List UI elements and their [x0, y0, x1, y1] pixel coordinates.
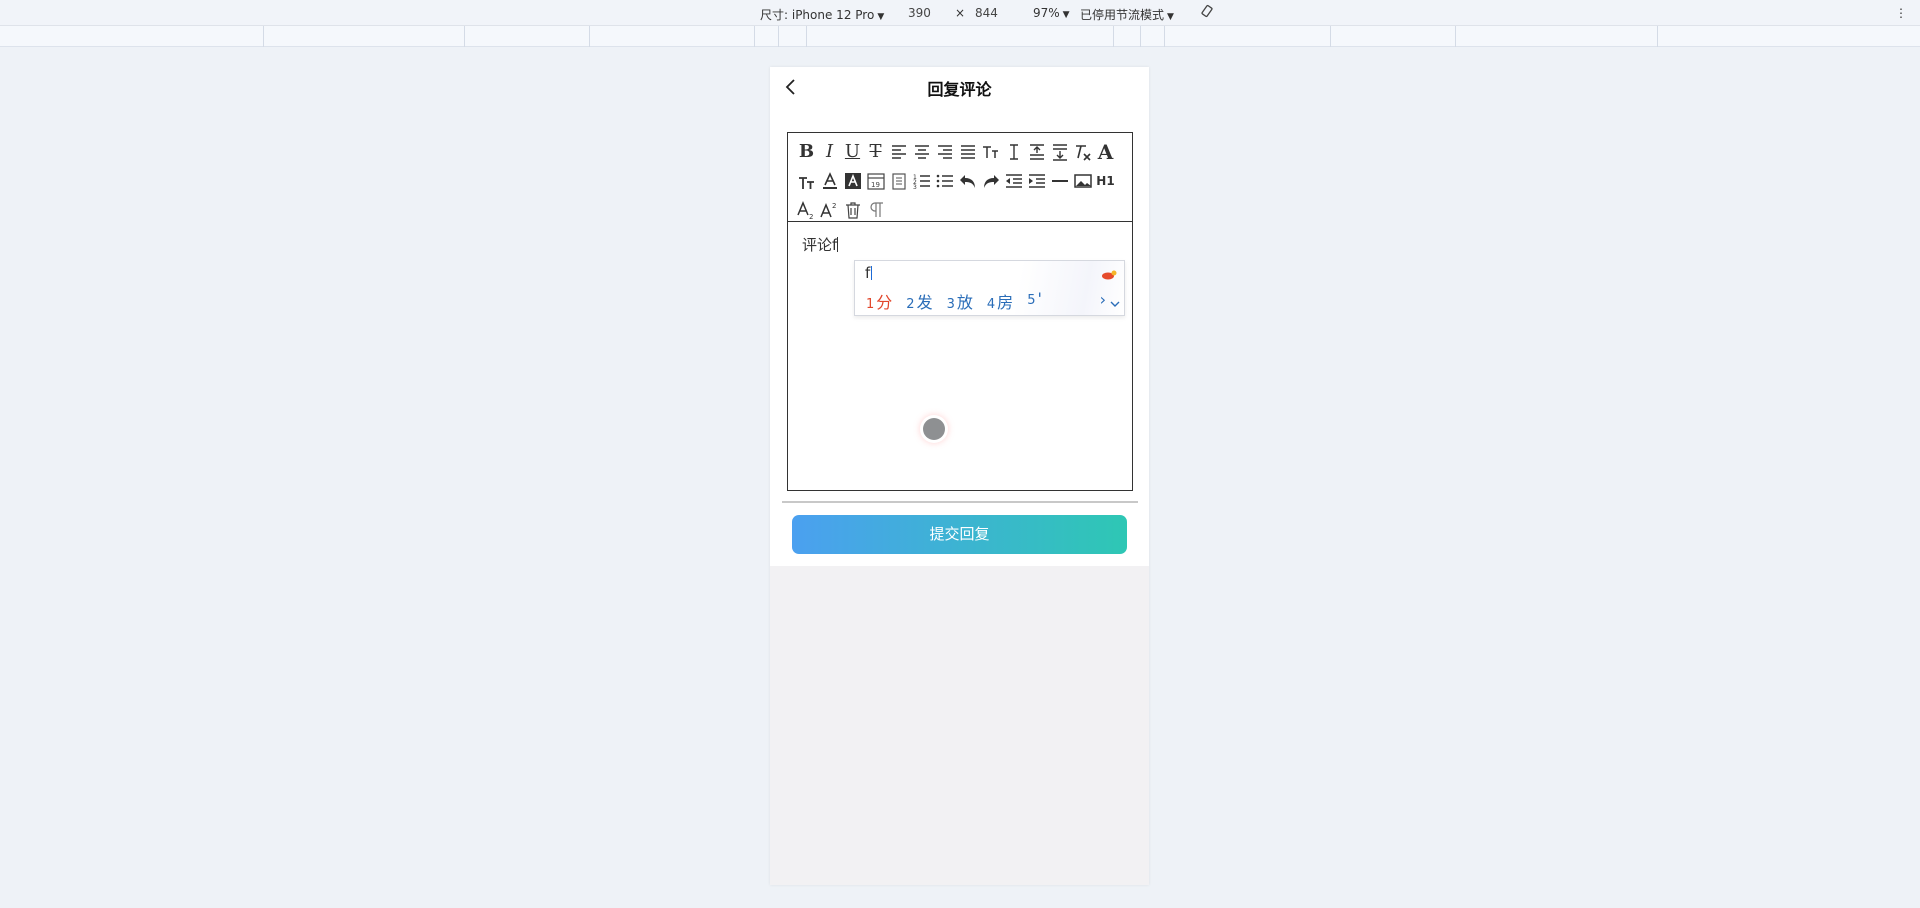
align-center-icon[interactable]	[910, 140, 933, 164]
zoom-label: 97%	[1033, 6, 1060, 20]
devtools-toolbar: 尺寸: iPhone 12 Pro ▼ 390 × 844 97% ▼ 已停用节流模…	[0, 0, 1920, 26]
ime-candidate[interactable]: 3放	[947, 289, 973, 313]
editor-content[interactable]: 评论f	[802, 234, 839, 255]
ime-candidate[interactable]: 1分	[866, 289, 892, 313]
delete-icon[interactable]	[841, 198, 864, 222]
ime-candidate-window: f 1分 2发 3放 4房 5 ' ›	[854, 260, 1125, 316]
more-options-icon[interactable]: ⋮	[1895, 6, 1907, 20]
ime-input-text: f	[865, 264, 871, 282]
dimension-separator: ×	[955, 6, 966, 20]
background-color-icon[interactable]	[841, 169, 864, 193]
page-body: 回复评论 B I U T A 19 1 2 3 H1 2 2 评论f f 1 分…	[770, 67, 1149, 566]
throttle-label: 已停用节流模式	[1080, 8, 1165, 22]
zoom-select[interactable]: 97% ▼	[1033, 6, 1070, 20]
align-right-icon[interactable]	[933, 140, 956, 164]
page-title: 回复评论	[927, 80, 992, 99]
device-select[interactable]: 尺寸: iPhone 12 Pro ▼	[760, 6, 884, 23]
throttle-select[interactable]: 已停用节流模式 ▼	[1080, 6, 1174, 23]
submit-reply-button[interactable]: 提交回复	[792, 515, 1127, 554]
template-icon[interactable]	[887, 169, 910, 193]
divider	[782, 501, 1138, 503]
svg-text:19: 19	[871, 181, 880, 189]
ime-candidate-list: 1分 2发 3放 4房 5 '	[866, 289, 1056, 313]
h1-icon[interactable]: H1	[1094, 169, 1117, 193]
undo-icon[interactable]	[956, 169, 979, 193]
device-label: 尺寸: iPhone 12 Pro	[760, 8, 875, 22]
horizontal-rule-icon[interactable]	[1048, 169, 1071, 193]
width-input[interactable]: 390	[908, 6, 931, 20]
ime-composition: f	[865, 264, 873, 282]
date-icon[interactable]: 19	[864, 169, 887, 193]
redo-icon[interactable]	[979, 169, 1002, 193]
indent-icon[interactable]	[1025, 169, 1048, 193]
ime-candidate[interactable]: 5 '	[1027, 289, 1042, 313]
paragraph-spacing-bottom-icon[interactable]	[1048, 140, 1071, 164]
editor-text: 评论f	[802, 236, 838, 254]
svg-text:3: 3	[913, 184, 917, 191]
ime-next-page-icon[interactable]: ›	[1100, 290, 1106, 309]
italic-icon[interactable]: I	[818, 140, 841, 164]
svg-text:2: 2	[809, 213, 813, 220]
align-justify-icon[interactable]	[956, 140, 979, 164]
phone-viewport: 回复评论 B I U T A 19 1 2 3 H1 2 2 评论f f 1 分…	[770, 67, 1149, 885]
line-height-icon[interactable]	[1002, 140, 1025, 164]
media-query-ruler	[0, 26, 1920, 47]
bold-icon[interactable]: B	[795, 140, 818, 164]
nav-header: 回复评论	[770, 67, 1149, 107]
rotate-icon[interactable]	[1200, 4, 1214, 21]
paragraph-mark-icon[interactable]	[864, 198, 887, 222]
align-left-icon[interactable]	[887, 140, 910, 164]
font-family-icon[interactable]: A	[1094, 140, 1117, 164]
paragraph-spacing-top-icon[interactable]	[1025, 140, 1048, 164]
strikethrough-icon[interactable]: T	[864, 140, 887, 164]
ime-candidate[interactable]: 2发	[906, 289, 932, 313]
clear-format-icon[interactable]	[1071, 140, 1094, 164]
svg-text:2: 2	[832, 202, 836, 210]
ordered-list-icon[interactable]: 123	[910, 169, 933, 193]
subscript-icon[interactable]: 2	[795, 198, 818, 222]
touch-cursor	[923, 418, 945, 440]
ime-candidate[interactable]: 4房	[987, 289, 1013, 313]
editor-toolbar: B I U T A 19 1 2 3 H1 2 2	[788, 133, 1132, 222]
font-color-icon[interactable]	[818, 169, 841, 193]
rich-text-editor: B I U T A 19 1 2 3 H1 2 2 评论f f 1 分 2 发 …	[787, 132, 1133, 491]
image-icon[interactable]	[1071, 169, 1094, 193]
ime-skin-icon[interactable]	[1100, 266, 1118, 280]
height-input[interactable]: 844	[975, 6, 998, 20]
text-transform-icon[interactable]	[795, 169, 818, 193]
underline-icon[interactable]: U	[841, 140, 864, 164]
unordered-list-icon[interactable]	[933, 169, 956, 193]
ime-expand-icon[interactable]	[1110, 294, 1120, 313]
font-size-icon[interactable]	[979, 140, 1002, 164]
outdent-icon[interactable]	[1002, 169, 1025, 193]
superscript-icon[interactable]: 2	[818, 198, 841, 222]
